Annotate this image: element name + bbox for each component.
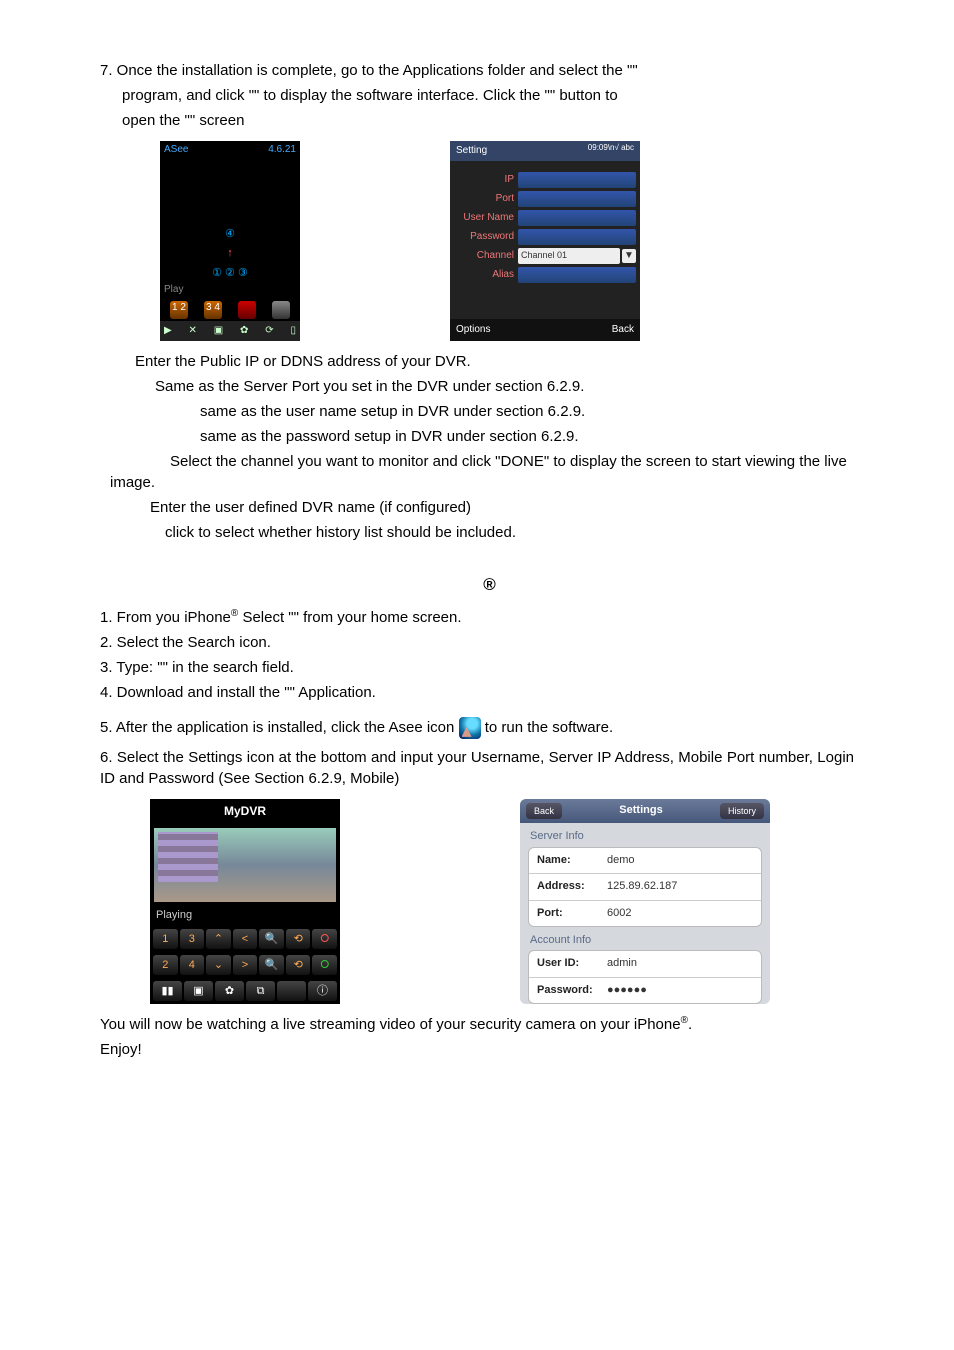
bb-live-screenshot: ASee 4.6.21 ④ ↑ ① ② ③ Play 1 2 3 4 ▶ ✕ ▣… bbox=[160, 141, 300, 341]
bb-screenshots-row: ASee 4.6.21 ④ ↑ ① ② ③ Play 1 2 3 4 ▶ ✕ ▣… bbox=[160, 141, 854, 341]
bb-live-title: ASee bbox=[164, 143, 188, 157]
step7-line3: open the "" screen bbox=[122, 110, 854, 131]
step-3: 3. Type: "" in the search field. bbox=[100, 657, 854, 678]
bb-status: 09:09\n√ abc bbox=[588, 144, 634, 158]
def-history: click to select whether history list sho… bbox=[165, 522, 854, 543]
asee-app-icon bbox=[459, 717, 481, 739]
step7-line2: program, and click "" to display the sof… bbox=[122, 85, 854, 106]
closing-line1: You will now be watching a live streamin… bbox=[100, 1014, 854, 1035]
step-4: 4. Download and install the "" Applicati… bbox=[100, 682, 854, 703]
def-ip: Enter the Public IP or DDNS address of y… bbox=[135, 351, 854, 372]
def-pass: same as the password setup in DVR under … bbox=[200, 426, 854, 447]
bb-options: Options bbox=[456, 323, 490, 337]
iphone-live-title: MyDVR bbox=[150, 799, 340, 824]
bb-back: Back bbox=[612, 323, 634, 337]
history-button: History bbox=[720, 803, 764, 820]
step-5: 5. After the application is installed, c… bbox=[100, 717, 854, 739]
def-user: same as the user name setup in DVR under… bbox=[200, 401, 854, 422]
iphone-live-screenshot: MyDVR Playing 1 3 ⌃ < 🔍 ⟲ ⭘ 2 4 ⌄ > 🔍 ⟲ … bbox=[150, 799, 340, 1004]
iphone-btn-row3: ▮▮ ▣ ✿ ⧉ ⓘ bbox=[150, 978, 340, 1004]
bb-play-label: Play bbox=[160, 281, 300, 299]
bb-settings-screenshot: Setting 09:09\n√ abc IP Port User Name P… bbox=[450, 141, 640, 341]
bb-settings-title: Setting bbox=[456, 144, 487, 158]
iphone-screenshots-row: MyDVR Playing 1 3 ⌃ < 🔍 ⟲ ⭘ 2 4 ⌄ > 🔍 ⟲ … bbox=[150, 799, 854, 1004]
iphone-btn-row2: 2 4 ⌄ > 🔍 ⟲ ⭘ bbox=[150, 952, 340, 978]
step-2: 2. Select the Search icon. bbox=[100, 632, 854, 653]
iphone-playing-label: Playing bbox=[150, 906, 340, 925]
marker-arrow: ↑ bbox=[227, 246, 233, 261]
closing-line2: Enjoy! bbox=[100, 1039, 854, 1060]
account-info-group: User ID:admin Password:●●●●●● bbox=[528, 950, 762, 1004]
iphone-btn-row1: 1 3 ⌃ < 🔍 ⟲ ⭘ bbox=[150, 926, 340, 952]
server-info-label: Server Info bbox=[520, 823, 770, 846]
iphone-video-area bbox=[154, 828, 336, 903]
def-port: Same as the Server Port you set in the D… bbox=[155, 376, 854, 397]
bb-live-version: 4.6.21 bbox=[268, 143, 296, 157]
bb-settings-rows: IP Port User Name Password ChannelChanne… bbox=[450, 161, 640, 319]
account-info-label: Account Info bbox=[520, 927, 770, 950]
iphone-section-title: ® bbox=[125, 573, 854, 597]
settings-title: Settings bbox=[619, 803, 662, 818]
bb-channel-icons: 1 2 3 4 bbox=[160, 299, 300, 321]
step7-line1: 7. Once the installation is complete, go… bbox=[100, 60, 854, 81]
markers-123: ① ② ③ bbox=[212, 266, 248, 281]
server-info-group: Name:demo Address:125.89.62.187 Port:600… bbox=[528, 847, 762, 927]
step-1: 1. From you iPhone® Select "" from your … bbox=[100, 607, 854, 628]
def-channel: Select the channel you want to monitor a… bbox=[110, 451, 854, 493]
bb-footer-icons: ▶ ✕ ▣ ✿ ⟳ ▯ bbox=[160, 321, 300, 341]
step-6: 6. Select the Settings icon at the botto… bbox=[100, 747, 854, 789]
marker-4: ④ bbox=[225, 227, 235, 242]
iphone-settings-screenshot: Back Settings History Server Info Name:d… bbox=[520, 799, 770, 1004]
def-alias: Enter the user defined DVR name (if conf… bbox=[150, 497, 854, 518]
back-button: Back bbox=[526, 803, 562, 820]
